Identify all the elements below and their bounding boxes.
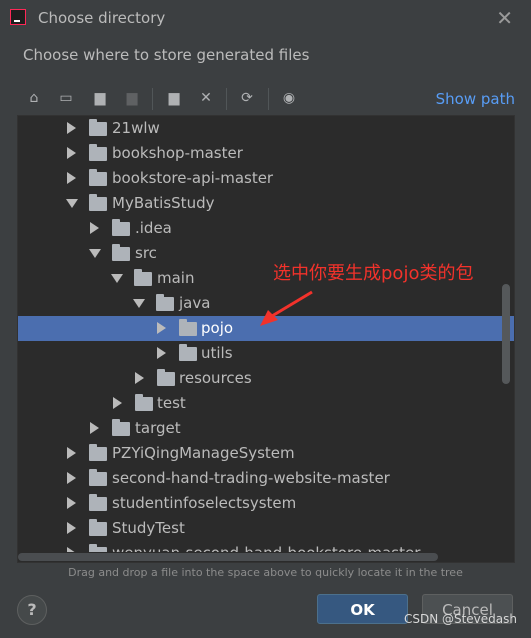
drag-drop-hint: Drag and drop a file into the space abov… xyxy=(68,566,463,579)
watermark: CSDN @Stevedash xyxy=(403,612,517,626)
help-button[interactable]: ? xyxy=(17,595,47,625)
annotation-text: 选中你要生成pojo类的包 xyxy=(273,263,474,284)
annotation-arrow xyxy=(260,290,313,326)
ok-button[interactable]: OK xyxy=(317,594,408,624)
